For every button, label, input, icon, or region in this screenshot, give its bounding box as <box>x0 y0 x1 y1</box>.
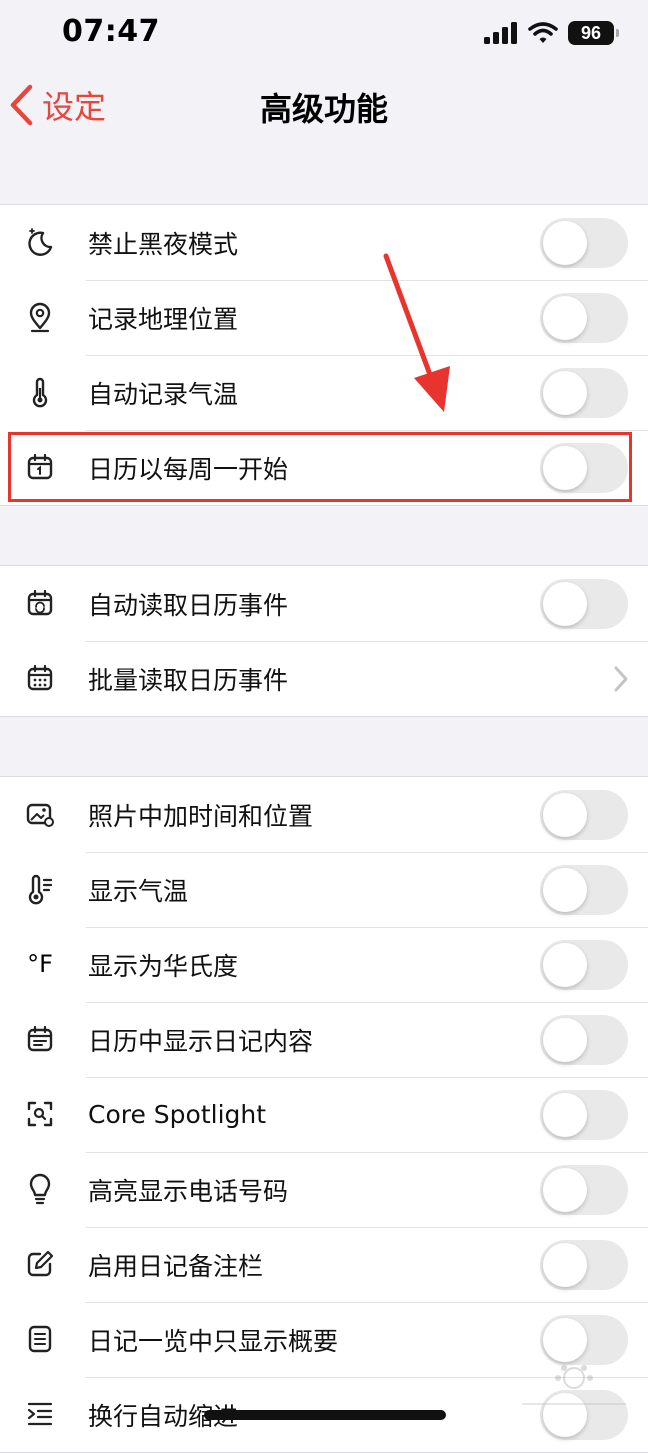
row-label: 显示为华氏度 <box>88 951 239 981</box>
battery-indicator: 96 <box>568 21 619 45</box>
show-fahrenheit-toggle[interactable] <box>540 940 628 990</box>
status-time: 07:47 <box>62 14 160 49</box>
toggle-knob <box>543 371 587 415</box>
row-auto-read-calendar-events: 自动读取日历事件 <box>0 566 648 641</box>
thermometer-lines-icon <box>24 873 56 905</box>
edit-icon <box>24 1248 56 1280</box>
signal-icon <box>484 22 517 44</box>
row-calendar-show-diary: 日历中显示日记内容 <box>0 1002 648 1077</box>
toggle-knob <box>543 1018 587 1062</box>
row-show-temperature: 显示气温 <box>0 852 648 927</box>
row-label: 禁止黑夜模式 <box>88 229 239 259</box>
row-label: 自动记录气温 <box>88 379 239 409</box>
row-label: 自动读取日历事件 <box>88 590 289 620</box>
calendar-grid-icon <box>24 662 56 694</box>
auto-record-temperature-toggle[interactable] <box>540 368 628 418</box>
row-core-spotlight: Core Spotlight <box>0 1077 648 1152</box>
row-label: Core Spotlight <box>88 1100 267 1129</box>
wifi-icon <box>528 22 558 43</box>
row-label: 批量读取日历事件 <box>88 665 289 695</box>
photo-time-location-toggle[interactable] <box>540 790 628 840</box>
highlight-box <box>8 432 632 502</box>
location-pin-icon <box>24 301 56 333</box>
moon-icon <box>24 226 56 258</box>
row-label: 照片中加时间和位置 <box>88 801 314 831</box>
annotation-arrow <box>383 253 450 412</box>
row-highlight-phone-numbers: 高亮显示电话号码 <box>0 1152 648 1227</box>
row-label: 显示气温 <box>88 876 189 906</box>
document-icon <box>24 1323 56 1355</box>
row-label: 高亮显示电话号码 <box>88 1176 289 1206</box>
core-spotlight-toggle[interactable] <box>540 1090 628 1140</box>
row-enable-diary-notes: 启用日记备注栏 <box>0 1227 648 1302</box>
toggle-knob <box>543 943 587 987</box>
toggle-knob <box>543 1093 587 1137</box>
enable-diary-notes-toggle[interactable] <box>540 1240 628 1290</box>
row-disable-dark-mode: 禁止黑夜模式 <box>0 205 648 280</box>
row-label: 日记一览中只显示概要 <box>88 1326 339 1356</box>
indent-icon <box>24 1398 56 1430</box>
nav-bar: 设定 高级功能 <box>0 64 648 144</box>
settings-group-2: 自动读取日历事件 批量读取日历事件 <box>0 565 648 717</box>
toggle-knob <box>543 221 587 265</box>
show-temperature-toggle[interactable] <box>540 865 628 915</box>
calendar-list-icon <box>24 1023 56 1055</box>
chevron-right-icon <box>614 666 628 692</box>
toggle-knob <box>543 1168 587 1212</box>
row-label: 记录地理位置 <box>88 304 239 334</box>
home-indicator <box>204 1410 446 1420</box>
calendar-sync-icon <box>24 587 56 619</box>
spotlight-icon <box>24 1098 56 1130</box>
toggle-knob <box>543 1243 587 1287</box>
row-batch-read-calendar-events[interactable]: 批量读取日历事件 <box>0 641 648 716</box>
auto-read-calendar-events-toggle[interactable] <box>540 579 628 629</box>
record-location-toggle[interactable] <box>540 293 628 343</box>
page-title: 高级功能 <box>259 90 388 128</box>
row-label: 日历中显示日记内容 <box>88 1026 314 1056</box>
row-show-fahrenheit: °F 显示为华氏度 <box>0 927 648 1002</box>
toggle-knob <box>543 793 587 837</box>
lightbulb-icon <box>24 1173 56 1205</box>
row-auto-record-temperature: 自动记录气温 <box>0 355 648 430</box>
row-record-location: 记录地理位置 <box>0 280 648 355</box>
row-photo-time-location: 照片中加时间和位置 <box>0 777 648 852</box>
status-bar: 07:47 96 <box>0 0 648 64</box>
disable-dark-mode-toggle[interactable] <box>540 218 628 268</box>
fahrenheit-icon: °F <box>27 950 53 978</box>
row-label: 启用日记备注栏 <box>88 1251 264 1281</box>
thermometer-icon <box>24 376 56 408</box>
calendar-show-diary-toggle[interactable] <box>540 1015 628 1065</box>
status-icons: 96 <box>484 18 619 48</box>
settings-group-3: 照片中加时间和位置 显示气温 °F 显示为华氏度 日历中显示日记内容 Core … <box>0 776 648 1453</box>
toggle-knob <box>543 296 587 340</box>
photo-icon <box>24 798 56 830</box>
highlight-phone-numbers-toggle[interactable] <box>540 1165 628 1215</box>
toggle-knob <box>543 868 587 912</box>
watermark-logo <box>522 1365 626 1405</box>
toggle-knob <box>543 582 587 626</box>
